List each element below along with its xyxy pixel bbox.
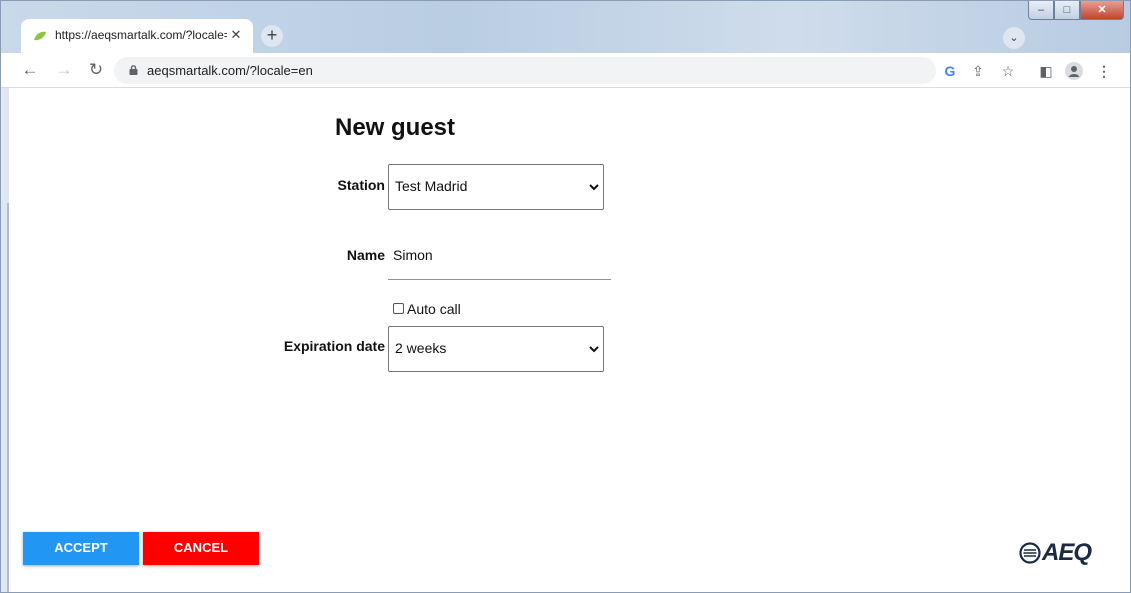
expiration-select-value: 2 weeks bbox=[395, 340, 447, 356]
profile-avatar-icon[interactable] bbox=[1063, 60, 1085, 82]
browser-window: https://aeqsmartalk.com/?locale= ✕ + ⌄ –… bbox=[0, 0, 1131, 593]
chevron-down-icon bbox=[589, 184, 599, 191]
station-select-value: Test Madrid bbox=[395, 178, 468, 194]
back-arrow-icon[interactable]: ← bbox=[19, 59, 41, 81]
cancel-button[interactable]: CANCEL bbox=[143, 532, 259, 565]
accept-button[interactable]: ACCEPT bbox=[23, 532, 139, 565]
chevron-down-icon bbox=[589, 346, 599, 353]
address-bar[interactable]: aeqsmartalk.com/?locale=en bbox=[114, 57, 936, 84]
station-select[interactable]: Test Madrid bbox=[388, 164, 604, 210]
reload-icon[interactable]: ↻ bbox=[85, 59, 107, 81]
bookmark-star-icon[interactable]: ☆ bbox=[997, 60, 1019, 82]
close-window-button[interactable]: ✕ bbox=[1080, 1, 1124, 20]
expiration-date-label: Expiration date bbox=[283, 338, 385, 354]
google-icon[interactable]: G bbox=[939, 60, 961, 82]
name-field-underline bbox=[388, 279, 611, 280]
browser-toolbar: ← → ↻ aeqsmartalk.com/?locale=en G ⇪ ☆ ◧… bbox=[1, 53, 1130, 88]
new-tab-button[interactable]: + bbox=[261, 25, 283, 47]
auto-call-label[interactable]: Auto call bbox=[407, 301, 461, 317]
minimize-button[interactable]: – bbox=[1028, 1, 1054, 20]
aeq-logo-text: AEQ bbox=[1042, 539, 1092, 566]
maximize-button[interactable]: □ bbox=[1054, 1, 1080, 20]
window-controls: – □ ✕ bbox=[1028, 1, 1124, 20]
leaf-favicon-icon bbox=[34, 31, 46, 41]
side-panel-icon[interactable]: ◧ bbox=[1035, 60, 1057, 82]
name-label: Name bbox=[346, 247, 385, 263]
url-text: aeqsmartalk.com/?locale=en bbox=[147, 63, 313, 78]
tab-close-icon[interactable]: ✕ bbox=[227, 26, 245, 44]
name-field[interactable]: Simon bbox=[393, 247, 433, 263]
auto-call-checkbox[interactable] bbox=[393, 303, 404, 314]
page-content: New guest Station Test Madrid Name Simon… bbox=[9, 88, 1128, 592]
menu-kebab-icon[interactable]: ⋮ bbox=[1093, 60, 1115, 82]
tab-search-chevron-icon[interactable]: ⌄ bbox=[1003, 27, 1025, 49]
aeq-logo-mark-icon bbox=[1019, 542, 1041, 564]
left-rail bbox=[1, 88, 9, 592]
forward-arrow-icon[interactable]: → bbox=[53, 59, 75, 81]
browser-tab[interactable]: https://aeqsmartalk.com/?locale= ✕ bbox=[21, 19, 253, 53]
lock-icon bbox=[129, 65, 138, 75]
aeq-logo: AEQ bbox=[1019, 538, 1092, 568]
station-label: Station bbox=[337, 177, 385, 193]
tab-strip: https://aeqsmartalk.com/?locale= ✕ + ⌄ –… bbox=[1, 1, 1130, 53]
page-title: New guest bbox=[335, 114, 456, 141]
expiration-date-select[interactable]: 2 weeks bbox=[388, 326, 604, 372]
tab-title: https://aeqsmartalk.com/?locale= bbox=[55, 28, 227, 42]
share-icon[interactable]: ⇪ bbox=[967, 60, 989, 82]
